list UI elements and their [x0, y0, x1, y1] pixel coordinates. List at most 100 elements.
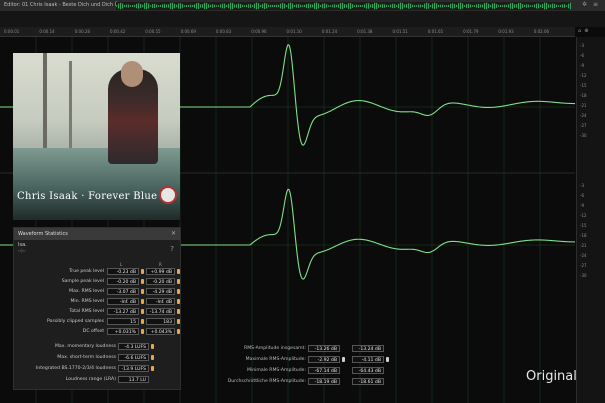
stat-label: Min. RMS level: [70, 299, 104, 304]
settings-icon[interactable]: ✲: [581, 1, 588, 8]
rms-row: Maximale RMS-Amplitude: -2.92 dB -4.11 dB: [186, 355, 396, 365]
overview-waveform[interactable]: [116, 2, 571, 10]
rms-row: RMS-Amplitude insgesamt: -13.26 dB -13.24 …: [186, 344, 396, 354]
lightbulb-icon[interactable]: [177, 329, 180, 334]
db-scale-label: -18: [580, 233, 587, 238]
db-scale-label: -24: [580, 253, 587, 258]
rms-row: Durchschnittliche RMS-Amplitude: -18.19 d…: [186, 377, 396, 387]
stat-label: Max. RMS level: [69, 289, 104, 294]
lightbulb-icon[interactable]: [151, 366, 154, 371]
label-badge-icon: [159, 186, 177, 204]
stat-label: Possibly clipped samples: [46, 319, 104, 324]
lightbulb-icon[interactable]: [141, 299, 144, 304]
rms-value-right: -13.24 dB: [352, 345, 384, 352]
loudness-row: Loudness range (LRA) 13.7 LU: [0, 375, 180, 384]
loudness-label: Max. short-term loudness: [57, 355, 116, 360]
ruler-tick: 0:00.96: [251, 29, 267, 34]
ruler-tick: 0:01.10: [286, 29, 302, 34]
stat-value-left: -0.23 dB: [107, 268, 139, 275]
stat-value-left: -0.20 dB: [107, 278, 139, 285]
lightbulb-icon[interactable]: [141, 279, 144, 284]
stat-value-left: +0.031%: [107, 328, 139, 335]
stat-row: Max. RMS level -3.07 dB -4.29 dB: [13, 287, 180, 296]
ruler-tick: 0:01.51: [392, 29, 408, 34]
stat-value-left: -Inf. dB: [107, 298, 139, 305]
lightbulb-icon[interactable]: [141, 319, 144, 324]
db-scale-label: -18: [580, 93, 587, 98]
ruler-tick: 0:01.38: [357, 29, 373, 34]
stat-label: DC offset: [82, 329, 104, 334]
rms-value-right: -64.43 dB: [352, 367, 384, 374]
rms-value-left: -2.92 dB: [308, 356, 340, 363]
ruler-tick: 0:01.93: [498, 29, 514, 34]
album-title: Chris Isaak · Forever Blue: [17, 191, 158, 202]
toolbar-strip: [0, 11, 605, 27]
menu-icon[interactable]: ≡: [592, 1, 599, 8]
ruler-tick: 0:00.01: [4, 29, 20, 34]
lightbulb-icon[interactable]: [342, 357, 345, 362]
db-scale-label: -15: [580, 83, 587, 88]
db-scale-label: -3: [580, 43, 584, 48]
panel-title: Waveform Statistics: [18, 231, 68, 237]
lightbulb-icon[interactable]: [177, 319, 180, 324]
db-scale-label: -30: [580, 273, 587, 278]
lightbulb-icon[interactable]: [177, 289, 180, 294]
rms-label: Durchschnittliche RMS-Amplitude:: [227, 379, 306, 384]
stat-value-left: -3.07 dB: [107, 288, 139, 295]
stat-row: Min. RMS level -Inf. dB -Inf. dB: [13, 297, 180, 306]
db-scale-label: -12: [580, 73, 587, 78]
stats-tab-controls[interactable]: ‹‹|››: [18, 248, 26, 253]
lightbulb-icon[interactable]: [177, 309, 180, 314]
loudness-value: -13.9 LUFS: [118, 365, 149, 372]
lightbulb-icon[interactable]: [141, 329, 144, 334]
close-icon[interactable]: ✕: [171, 228, 176, 240]
ruler-tick: 0:00.55: [145, 29, 161, 34]
stat-value-right: +0.043%: [146, 328, 175, 335]
loudness-row: Max. short-term loudness -6.6 LUFS: [0, 353, 180, 362]
stat-value-right: -0.20 dB: [146, 278, 175, 285]
rms-label: RMS-Amplitude insgesamt:: [244, 346, 306, 351]
loudness-value: -6.6 LUFS: [118, 354, 149, 361]
lightbulb-icon[interactable]: [141, 309, 144, 314]
stat-value-left: 15: [107, 318, 139, 325]
db-scale-label: -9: [580, 63, 584, 68]
lightbulb-icon[interactable]: [177, 299, 180, 304]
rms-label: Minimale RMS-Amplitude:: [247, 368, 306, 373]
panel-header[interactable]: Waveform Statistics ✕: [14, 228, 180, 240]
ruler-tick: 0:00.14: [39, 29, 55, 34]
stat-value-right: 183: [146, 318, 175, 325]
db-scale-label: -24: [580, 113, 587, 118]
stat-value-right: -13.74 dB: [146, 308, 175, 315]
loudness-label: Loudness range (LRA): [65, 377, 116, 382]
lightbulb-icon[interactable]: [177, 269, 180, 274]
ruler-tick: 0:00.42: [109, 29, 126, 34]
stat-row: Total RMS level -13.27 dB -13.74 dB: [13, 307, 180, 316]
db-scale-label: -21: [580, 103, 587, 108]
loudness-value: 13.7 LU: [118, 376, 149, 383]
ruler-tick: 0:01.79: [463, 29, 479, 34]
lightbulb-icon[interactable]: [141, 289, 144, 294]
zoom-icon[interactable]: ⊕: [584, 28, 588, 34]
loudness-label: Integrated BS.1770-2/3/4 loudness: [35, 366, 116, 371]
rms-value-right: -4.11 dB: [352, 356, 384, 363]
lightbulb-icon[interactable]: [386, 357, 389, 362]
lightbulb-icon[interactable]: [177, 279, 180, 284]
ruler-tick: 0:00.69: [180, 29, 196, 34]
lightbulb-icon[interactable]: [151, 355, 154, 360]
home-icon[interactable]: ⌂: [578, 28, 581, 34]
lightbulb-icon[interactable]: [151, 344, 154, 349]
title-bar: Editor: 01 Chris Isaak - Beste Dich und …: [0, 0, 605, 11]
stat-row: DC offset +0.031% +0.043%: [13, 327, 180, 336]
ruler-tick: 0:00.83: [215, 29, 232, 34]
db-scale-label: -6: [580, 53, 584, 58]
ruler-tick: 0:01.65: [427, 29, 444, 34]
time-ruler[interactable]: 0:00.01 0:00.14 0:00.28 0:00.42 0:00.55 0:00.…: [0, 27, 575, 37]
lightbulb-icon[interactable]: [141, 269, 144, 274]
watermark-label: Original: [526, 369, 577, 384]
db-scale: -3 -6 -9 -12 -15 -18 -21 -24 -27 -30 -3 -6 -9 -12 -15 -…: [576, 37, 605, 403]
db-scale-label: -9: [580, 203, 584, 208]
db-scale-label: -12: [580, 213, 587, 218]
stat-value-right: -4.29 dB: [146, 288, 175, 295]
db-scale-label: -15: [580, 223, 587, 228]
help-icon[interactable]: ?: [170, 245, 174, 253]
